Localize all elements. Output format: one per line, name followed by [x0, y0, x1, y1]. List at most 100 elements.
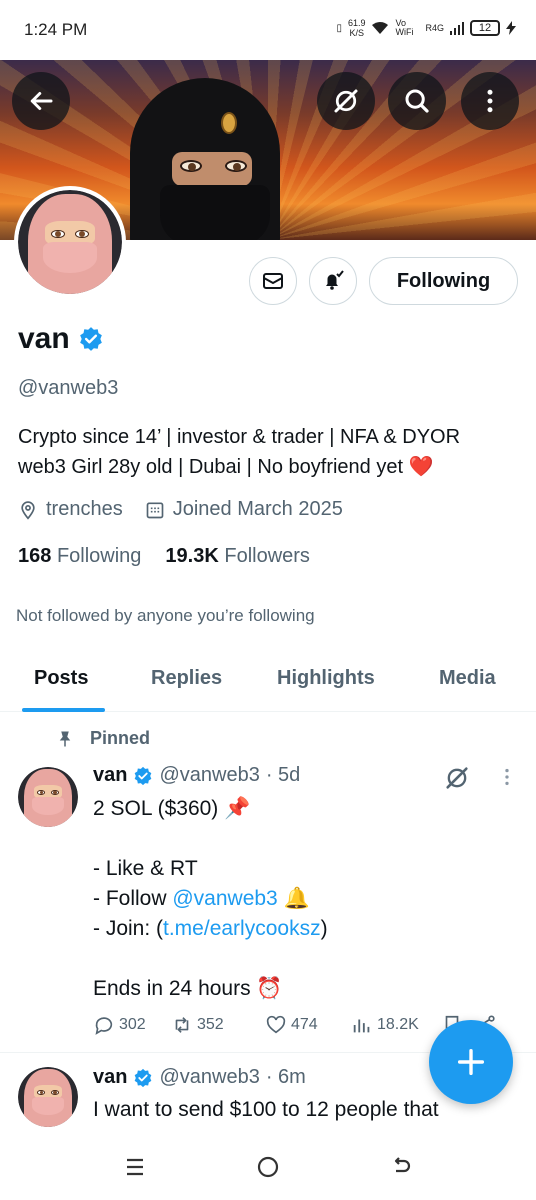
tab-replies[interactable]: Replies: [151, 667, 222, 690]
signal-icon: [450, 22, 464, 35]
recents-button[interactable]: [120, 1152, 150, 1182]
plus-icon: [457, 1048, 485, 1076]
post-line: - Follow @vanweb3 🔔: [93, 884, 328, 914]
post-line-prefix: - Join: (: [93, 917, 164, 940]
mention-link[interactable]: @vanweb3: [172, 887, 277, 910]
bio-line-1: Crypto since 14’ | investor & trader | N…: [18, 426, 461, 448]
repost-button[interactable]: 352: [171, 1014, 265, 1036]
banner-veil: [160, 185, 270, 240]
avatar-image: [18, 190, 122, 294]
pinned-indicator: Pinned: [56, 728, 150, 749]
avatar-eye-right: [51, 1089, 59, 1095]
back-nav-button[interactable]: [386, 1152, 416, 1182]
profile-name: van: [18, 322, 70, 355]
post-line: - Like & RT: [93, 857, 198, 880]
post-author-handle[interactable]: @vanweb3: [159, 1066, 259, 1089]
network-label: R4G: [425, 23, 444, 33]
post-avatar[interactable]: [18, 1067, 78, 1127]
mail-icon: [263, 273, 283, 289]
clock: 1:24 PM: [24, 20, 88, 39]
grok-button[interactable]: [317, 72, 375, 130]
net-speed-value: 61.9: [347, 18, 366, 28]
profile-meta: trenches Joined March 2025: [18, 498, 343, 521]
grok-icon[interactable]: [443, 764, 471, 792]
more-button[interactable]: [461, 72, 519, 130]
vibrate-icon: ▯: [336, 22, 342, 34]
wifi-icon: [372, 22, 389, 34]
status-bar: 1:24 PM ▯ 61.9 K/S Vo WiFi R4G 12: [0, 0, 536, 60]
battery-indicator: 12: [470, 20, 500, 36]
charging-icon: [506, 21, 516, 35]
post-line-prefix: - Follow: [93, 887, 173, 910]
views-chart-icon: [353, 1019, 370, 1033]
like-button[interactable]: 474: [265, 1014, 351, 1036]
post-avatar-image: [18, 767, 78, 827]
vowifi-label: Vo WiFi: [395, 18, 414, 37]
message-button[interactable]: [249, 257, 297, 305]
compose-post-button[interactable]: [429, 1020, 513, 1104]
post-line: - Join: (t.me/earlycooksz): [93, 914, 328, 944]
location-pin-icon: [21, 500, 35, 520]
following-label: Following: [56, 545, 142, 567]
system-nav-bar: [0, 1130, 536, 1200]
post-more-icon[interactable]: [496, 766, 518, 788]
banner-eye-right: [225, 160, 247, 172]
following-button[interactable]: Following: [369, 257, 518, 305]
post-avatar[interactable]: [18, 767, 78, 827]
join-date-text: Joined March 2025: [172, 498, 343, 520]
following-count: 168: [18, 545, 52, 567]
heart-icon: [266, 1015, 286, 1034]
post-line-blank: [93, 944, 328, 974]
post-line-suffix: 🔔: [277, 887, 310, 910]
banner-eye-left: [180, 160, 202, 172]
calendar-icon: [146, 502, 164, 518]
avatar-eye-left: [37, 789, 45, 795]
views-button[interactable]: 18.2K: [351, 1014, 441, 1036]
repost-count: 352: [197, 1016, 224, 1033]
post-author-name[interactable]: van: [93, 1066, 127, 1089]
tab-posts[interactable]: Posts: [34, 667, 88, 690]
back-button[interactable]: [12, 72, 70, 130]
bell-check-icon: [326, 270, 344, 290]
followers-stat[interactable]: 19.3K Followers: [165, 545, 310, 568]
telegram-link[interactable]: t.me/earlycooksz: [163, 917, 321, 940]
post-line-blank: [93, 824, 328, 854]
avatar-eye-left: [37, 1089, 45, 1095]
net-speed: 61.9 K/S: [348, 18, 366, 38]
post-text[interactable]: 2 SOL ($360) 📌 - Like & RT - Follow @van…: [93, 794, 328, 1004]
notifications-button[interactable]: [309, 257, 357, 305]
not-followed-note: Not followed by anyone you’re following: [16, 606, 315, 625]
post-avatar-image: [18, 1067, 78, 1127]
views-count: 18.2K: [377, 1016, 419, 1033]
avatar-eye-right: [75, 229, 89, 238]
search-icon: [405, 89, 429, 113]
more-vertical-icon: [487, 89, 493, 113]
location-text: trenches: [46, 498, 123, 520]
avatar-mask: [32, 1097, 64, 1115]
home-button[interactable]: [253, 1152, 283, 1182]
post-time[interactable]: · 5d: [266, 764, 300, 787]
reply-button[interactable]: 302: [93, 1014, 171, 1036]
post-header: van @vanweb3 · 6m: [93, 1066, 306, 1089]
bio-line-2: web3 Girl 28y old | Dubai | No boyfriend…: [18, 456, 434, 478]
tab-media[interactable]: Media: [439, 667, 496, 690]
pinned-label: Pinned: [90, 728, 151, 748]
post-author-handle[interactable]: @vanweb3: [159, 764, 259, 787]
post-author-name[interactable]: van: [93, 764, 127, 787]
verified-badge-icon: [135, 1068, 152, 1087]
verified-badge-icon[interactable]: [78, 326, 104, 352]
followers-label: Followers: [224, 545, 310, 567]
following-stat[interactable]: 168 Following: [18, 545, 141, 568]
tab-highlights[interactable]: Highlights: [277, 667, 375, 690]
post-line-suffix: ): [320, 917, 328, 940]
pin-icon: [59, 731, 71, 746]
search-button[interactable]: [388, 72, 446, 130]
banner-jewel: [221, 112, 237, 134]
post-time[interactable]: · 6m: [266, 1066, 306, 1089]
profile-handle: @vanweb3: [18, 377, 119, 399]
system-icons: ▯ 61.9 K/S Vo WiFi R4G 12: [336, 18, 516, 38]
profile-tabs: Posts Replies Highlights Media: [0, 655, 536, 712]
post-text[interactable]: I want to send $100 to 12 people that: [93, 1095, 439, 1123]
post-line: I want to send $100 to 12 people that: [93, 1098, 439, 1121]
profile-avatar[interactable]: [14, 186, 126, 298]
